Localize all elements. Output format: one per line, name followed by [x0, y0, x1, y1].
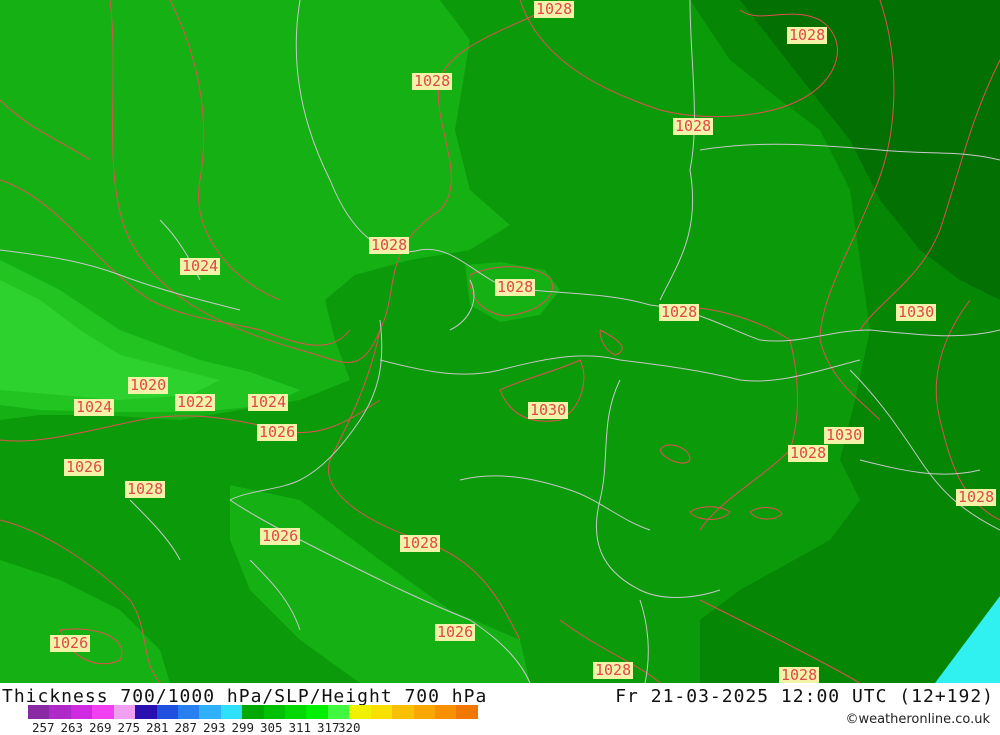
isobar-label: 1028	[779, 666, 820, 684]
isobar-label: 1024	[74, 398, 115, 416]
isobar-label: 1028	[400, 534, 441, 552]
color-scale-cell	[349, 705, 371, 719]
color-scale-cell	[392, 705, 414, 719]
color-scale-cell	[70, 705, 93, 719]
color-scale-cell	[28, 705, 50, 719]
isobar-label: 1030	[824, 426, 865, 444]
color-scale-cell	[413, 705, 436, 719]
color-scale-ticks: 257 263 269 275 281 287 293 299 305 311 317 320	[28, 720, 508, 735]
credit-link[interactable]: ©weatheronline.co.uk	[845, 712, 990, 727]
isobar-label: 1026	[435, 623, 476, 641]
color-scale-cell	[306, 705, 328, 719]
isobar-label: 1026	[260, 527, 301, 545]
isobar-label: 1028	[788, 444, 829, 462]
color-scale-cell	[113, 705, 136, 719]
isobar-label: 1028	[412, 72, 453, 90]
color-scale-cell	[242, 705, 264, 719]
isobar-label: 1028	[495, 278, 536, 296]
isobar-label: 1028	[787, 26, 828, 44]
map-title: Thickness 700/1000 hPa/SLP/Height 700 hP…	[2, 686, 488, 707]
isobar-label: 1028	[534, 0, 575, 18]
isobar-label: 1028	[956, 488, 997, 506]
color-scale-cell	[135, 705, 157, 719]
isobar-label: 1026	[50, 634, 91, 652]
isobar-label: 1020	[128, 376, 169, 394]
isobar-label: 1028	[369, 236, 410, 254]
isobar-label: 1024	[248, 393, 289, 411]
color-scale-cell	[156, 705, 178, 719]
color-scale-cell	[285, 705, 307, 719]
color-scale-cell	[199, 705, 221, 719]
isobar-label: 1028	[593, 661, 634, 679]
color-scale-cell	[92, 705, 114, 719]
isobar-label: 1028	[125, 480, 166, 498]
color-scale-cell	[327, 705, 350, 719]
isobar-label: 1030	[896, 303, 937, 321]
isobar-label: 1024	[180, 257, 221, 275]
isobar-label: 1022	[175, 393, 216, 411]
isobar-label: 1028	[659, 303, 700, 321]
color-scale-cell	[456, 705, 478, 719]
color-scale-cell	[49, 705, 71, 719]
color-scale	[28, 705, 478, 719]
color-scale-cell	[177, 705, 200, 719]
color-scale-cell	[370, 705, 393, 719]
color-scale-cell	[263, 705, 286, 719]
isobar-label: 1026	[64, 458, 105, 476]
isobar-label: 1026	[257, 423, 298, 441]
isobar-label: 1030	[528, 401, 569, 419]
isobar-label: 1028	[673, 117, 714, 135]
map-footer: Thickness 700/1000 hPa/SLP/Height 700 hP…	[0, 683, 1000, 735]
color-scale-cell	[220, 705, 243, 719]
forecast-datetime: Fr 21-03-2025 12:00 UTC (12+192)	[615, 686, 994, 707]
color-scale-cell	[435, 705, 457, 719]
thickness-map	[0, 0, 1000, 683]
